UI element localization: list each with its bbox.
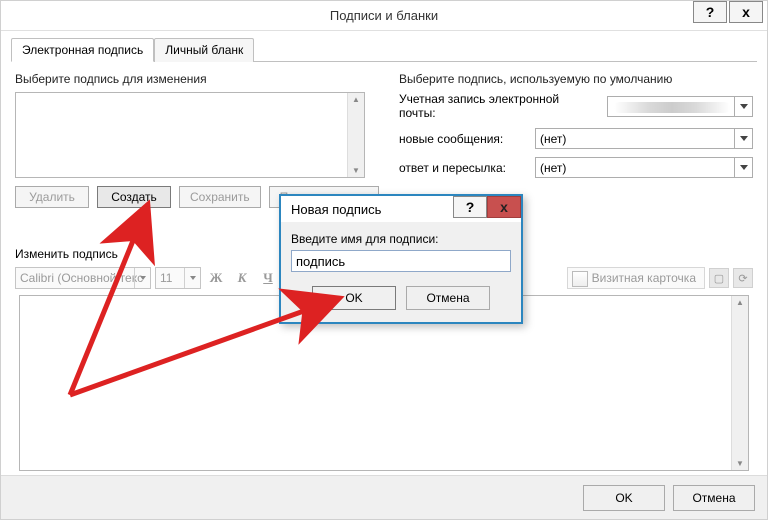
chevron-down-icon <box>134 268 150 288</box>
business-card-label: Визитная карточка <box>592 271 696 285</box>
business-card-button[interactable]: Визитная карточка <box>567 267 705 289</box>
modal-titlebar: Новая подпись ? x <box>281 196 521 222</box>
italic-button[interactable]: К <box>231 267 253 289</box>
email-account-label: Учетная запись электронной почты: <box>399 92 599 120</box>
tab-email-signature[interactable]: Электронная подпись <box>11 38 154 62</box>
reply-forward-combo[interactable]: (нет) <box>535 157 753 178</box>
new-signature-dialog: Новая подпись ? x Введите имя для подпис… <box>279 194 523 324</box>
new-messages-label: новые сообщения: <box>399 132 527 146</box>
new-messages-value: (нет) <box>540 132 566 146</box>
dialog-title: Подписи и бланки <box>330 8 438 23</box>
ok-button[interactable]: OK <box>583 485 665 511</box>
underline-button[interactable]: Ч <box>257 267 279 289</box>
insert-picture-icon[interactable]: ▢ <box>709 268 729 288</box>
signature-list[interactable] <box>15 92 365 178</box>
titlebar: Подписи и бланки ? x <box>1 1 767 31</box>
default-signature-label: Выберите подпись, используемую по умолча… <box>399 72 753 86</box>
delete-button: Удалить <box>15 186 89 208</box>
create-button[interactable]: Создать <box>97 186 171 208</box>
editor-scrollbar[interactable] <box>731 296 748 470</box>
bold-button[interactable]: Ж <box>205 267 227 289</box>
modal-close-button[interactable]: x <box>487 196 521 218</box>
close-button[interactable]: x <box>729 1 763 23</box>
cancel-button[interactable]: Отмена <box>673 485 755 511</box>
choose-signature-label: Выберите подпись для изменения <box>15 72 379 86</box>
chevron-down-icon <box>734 129 752 148</box>
font-name-combo[interactable]: Calibri (Основной текс <box>15 267 151 289</box>
modal-title: Новая подпись <box>291 202 381 217</box>
font-size-combo[interactable]: 11 <box>155 267 201 289</box>
reply-forward-label: ответ и пересылка: <box>399 161 527 175</box>
reply-forward-value: (нет) <box>540 161 566 175</box>
font-name-value: Calibri (Основной текс <box>20 271 143 285</box>
modal-ok-button[interactable]: OK <box>312 286 396 310</box>
save-button: Сохранить <box>179 186 261 208</box>
dialog-footer: OK Отмена <box>1 475 767 519</box>
tab-strip: Электронная подпись Личный бланк <box>11 37 757 62</box>
help-button[interactable]: ? <box>693 1 727 23</box>
window-controls: ? x <box>693 1 763 23</box>
modal-prompt: Введите имя для подписи: <box>291 232 511 246</box>
chevron-down-icon <box>184 268 200 288</box>
modal-cancel-button[interactable]: Отмена <box>406 286 490 310</box>
signature-name-input[interactable] <box>291 250 511 272</box>
modal-help-button[interactable]: ? <box>453 196 487 218</box>
list-scrollbar[interactable] <box>347 93 364 177</box>
new-messages-combo[interactable]: (нет) <box>535 128 753 149</box>
chevron-down-icon <box>734 97 752 116</box>
font-size-value: 11 <box>160 271 172 285</box>
email-account-combo[interactable] <box>607 96 753 117</box>
chevron-down-icon <box>734 158 752 177</box>
insert-hyperlink-icon[interactable]: ⟳ <box>733 268 753 288</box>
tab-personal-stationery[interactable]: Личный бланк <box>154 38 254 62</box>
